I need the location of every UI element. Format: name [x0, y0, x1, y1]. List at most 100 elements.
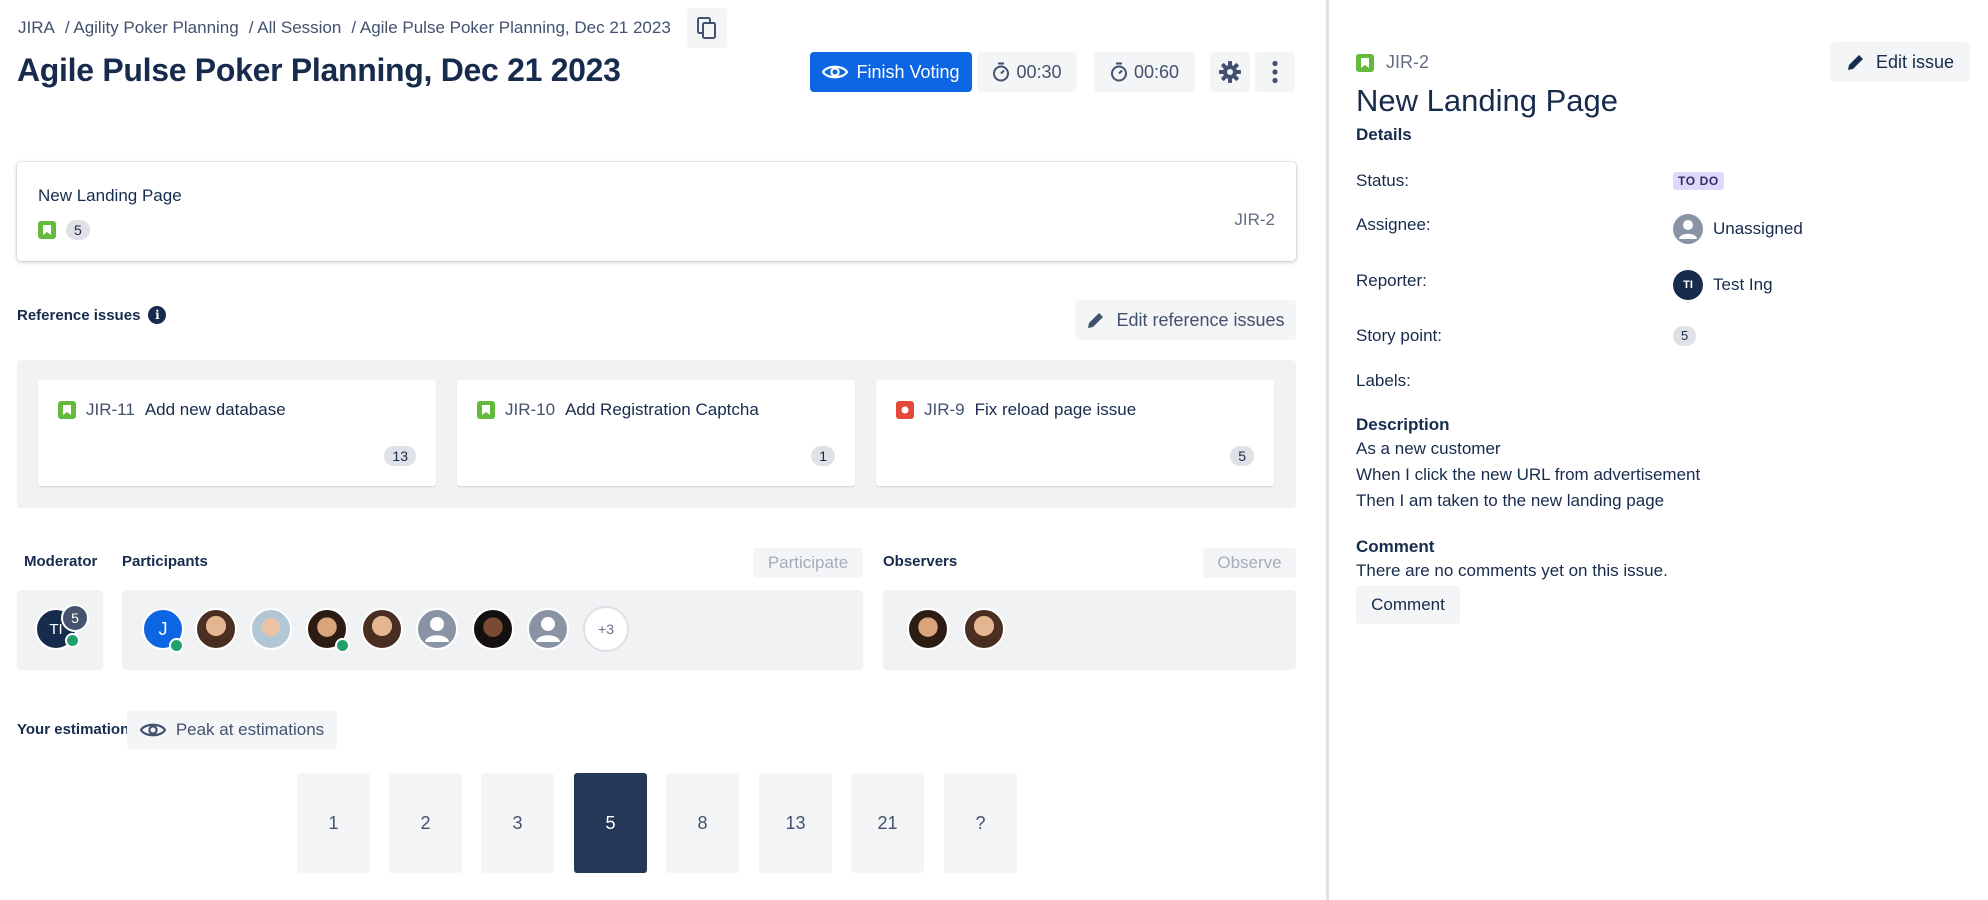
participants-box: J +3 — [122, 590, 863, 670]
breadcrumb-project[interactable]: / Agility Poker Planning — [65, 18, 239, 38]
estimate-card[interactable]: 2 — [389, 773, 462, 873]
participant-avatar[interactable] — [416, 608, 458, 650]
reference-issue-card[interactable]: JIR-10 Add Registration Captcha 1 — [457, 380, 855, 486]
story-icon — [38, 221, 56, 239]
peek-estimations-label: Peak at estimations — [175, 720, 325, 739]
observer-avatar[interactable] — [907, 608, 949, 650]
assignee-label: Assignee: — [1356, 215, 1431, 234]
issue-detail-panel: JIR-2 Edit issue New Landing Page Detail… — [1356, 0, 1976, 900]
online-status-dot — [65, 633, 80, 648]
moderator-box: TI 5 — [17, 590, 103, 670]
observe-button[interactable]: Observe — [1203, 548, 1296, 578]
copy-link-button[interactable] — [686, 8, 727, 48]
participate-button[interactable]: Participate — [753, 548, 863, 578]
reference-issue-title: Fix reload page issue — [974, 400, 1137, 419]
participant-avatar[interactable] — [472, 608, 514, 650]
info-icon[interactable]: i — [148, 306, 167, 324]
story-icon — [1356, 53, 1374, 72]
reference-issue-points: 5 — [1230, 446, 1254, 466]
estimate-card[interactable]: ? — [944, 773, 1017, 873]
reference-issue-title: Add new database — [144, 400, 286, 419]
unassigned-avatar — [1673, 214, 1703, 244]
moderator-vote-badge: 5 — [61, 604, 89, 632]
observers-heading: Observers — [883, 553, 958, 570]
pencil-icon — [1847, 55, 1863, 70]
stopwatch-icon — [993, 62, 1010, 82]
assignee-value[interactable]: Unassigned — [1673, 214, 1803, 244]
more-actions-button[interactable] — [1255, 52, 1295, 92]
estimate-card-selected[interactable]: 5 — [574, 773, 647, 873]
comment-heading: Comment — [1356, 537, 1435, 556]
eye-icon — [139, 723, 166, 737]
edit-reference-issues-button[interactable]: Edit reference issues — [1075, 300, 1296, 340]
current-issue-key[interactable]: JIR-2 — [1234, 210, 1275, 230]
reference-issues-heading: Reference issues i — [17, 306, 167, 324]
reference-issue-key: JIR-9 — [924, 400, 965, 419]
story-points-badge: 5 — [66, 220, 90, 240]
detail-issue-title: New Landing Page — [1356, 83, 1618, 118]
your-estimation-label: Your estimation — [17, 721, 130, 738]
reference-issue-key: JIR-11 — [86, 400, 135, 419]
reporter-value[interactable]: TI Test Ing — [1673, 270, 1773, 300]
reference-issue-card[interactable]: JIR-9 Fix reload page issue 5 — [876, 380, 1274, 486]
observers-box — [883, 590, 1296, 670]
detail-issue-key[interactable]: JIR-2 — [1386, 52, 1429, 73]
stopwatch-icon — [1110, 62, 1127, 82]
status-badge[interactable]: TO DO — [1673, 172, 1724, 190]
pencil-icon — [1088, 313, 1104, 328]
participant-avatar[interactable] — [361, 608, 403, 650]
moderator-heading: Moderator — [24, 553, 98, 570]
page-title: Agile Pulse Poker Planning, Dec 21 2023 — [17, 52, 621, 88]
estimate-card[interactable]: 21 — [851, 773, 924, 873]
estimate-card[interactable]: 3 — [481, 773, 554, 873]
labels-label: Labels: — [1356, 371, 1411, 390]
more-participants-button[interactable]: +3 — [583, 606, 629, 652]
reference-issue-title: Add Registration Captcha — [565, 400, 759, 419]
story-icon — [477, 401, 495, 419]
comment-button[interactable]: Comment — [1356, 586, 1460, 624]
panel-divider[interactable] — [1326, 0, 1329, 900]
finish-voting-label: Finish Voting — [856, 61, 960, 82]
reference-issues-label: Reference issues — [17, 306, 141, 324]
estimate-card[interactable]: 1 — [297, 773, 370, 873]
current-issue-title: New Landing Page — [38, 186, 182, 205]
reference-issue-card[interactable]: JIR-11 Add new database 13 — [38, 380, 436, 486]
estimate-card[interactable]: 13 — [759, 773, 832, 873]
participant-avatar[interactable] — [195, 608, 237, 650]
main-panel: JIRA / Agility Poker Planning / All Sess… — [0, 0, 1326, 900]
reporter-name: Test Ing — [1713, 275, 1773, 294]
reference-issue-points: 1 — [811, 446, 835, 466]
estimate-card[interactable]: 8 — [666, 773, 739, 873]
online-status-dot — [169, 638, 184, 653]
participant-initial: J — [158, 618, 168, 639]
timer-30-button[interactable]: 00:30 — [977, 52, 1077, 92]
breadcrumb-all-session[interactable]: / All Session — [249, 18, 342, 38]
breadcrumb-jira[interactable]: JIRA — [18, 18, 55, 38]
copy-icon — [696, 17, 716, 39]
bug-icon — [896, 401, 914, 419]
timer-60-button[interactable]: 00:60 — [1094, 52, 1195, 92]
description-heading: Description — [1356, 415, 1450, 434]
breadcrumb-current: / Agile Pulse Poker Planning, Dec 21 202… — [351, 18, 671, 37]
edit-issue-label: Edit issue — [1875, 51, 1955, 72]
more-vertical-icon — [1272, 60, 1278, 84]
current-issue-card[interactable]: New Landing Page 5 JIR-2 — [17, 162, 1296, 261]
no-comments-text: There are no comments yet on this issue. — [1356, 561, 1668, 580]
story-icon — [58, 401, 76, 419]
story-point-label: Story point: — [1356, 326, 1442, 345]
details-heading: Details — [1356, 125, 1412, 144]
description-line: Then I am taken to the new landing page — [1356, 491, 1665, 510]
description-line: As a new customer — [1356, 439, 1501, 458]
peek-estimations-button[interactable]: Peak at estimations — [127, 711, 337, 749]
reporter-label: Reporter: — [1356, 271, 1427, 290]
status-label: Status: — [1356, 171, 1409, 190]
settings-button[interactable] — [1210, 52, 1250, 92]
reference-issues-list: JIR-11 Add new database 13 JIR-10 Add Re… — [17, 360, 1296, 508]
observer-avatar[interactable] — [963, 608, 1005, 650]
user-placeholder-icon — [425, 617, 449, 642]
participant-avatar[interactable] — [527, 608, 569, 650]
gear-icon — [1219, 61, 1241, 83]
edit-issue-button[interactable]: Edit issue — [1830, 42, 1970, 82]
participant-avatar[interactable] — [250, 608, 292, 650]
finish-voting-button[interactable]: Finish Voting — [810, 52, 972, 92]
